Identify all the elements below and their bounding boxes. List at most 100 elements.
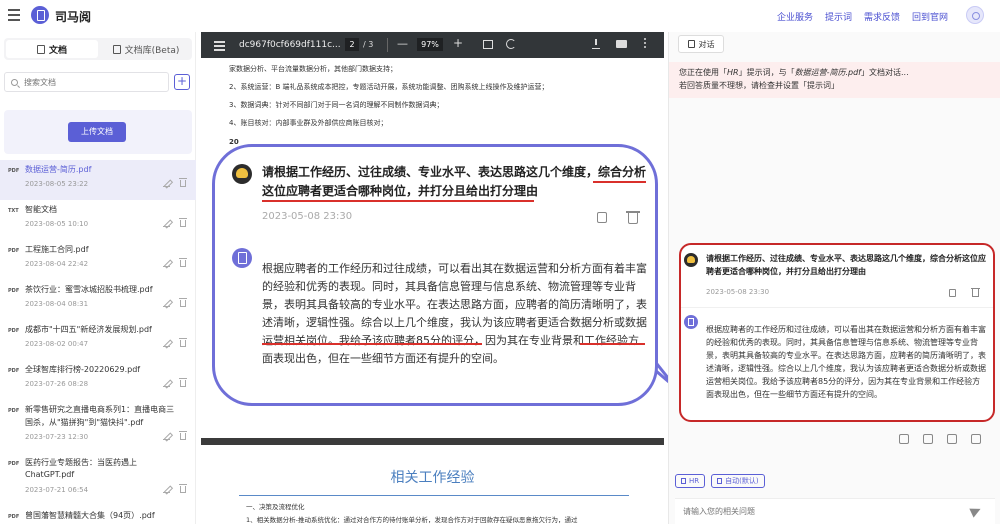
trash-icon[interactable]: [179, 338, 187, 347]
chat-input[interactable]: [683, 507, 963, 516]
book-icon: [112, 44, 121, 54]
document-list-item[interactable]: PDF 工程施工合同.pdf 2023-08-04 22:42: [0, 240, 196, 280]
document-date: 2023-08-05 10:10: [25, 220, 89, 228]
edit-icon[interactable]: [163, 340, 170, 347]
document-icon: [681, 478, 686, 484]
document-title: 医药行业专题报告：当医药遇上: [25, 458, 137, 467]
mode-icon: [717, 478, 723, 484]
trash-icon[interactable]: [179, 431, 187, 440]
document-date: 2023-07-26 08:28: [25, 380, 89, 388]
print-icon[interactable]: [616, 40, 627, 48]
document-title: 茶饮行业：蜜雪冰城招股书梳理.pdf: [25, 285, 153, 294]
document-actions: [163, 338, 187, 347]
upload-button[interactable]: 上传文档: [68, 122, 126, 142]
zoom-in-icon[interactable]: +: [453, 36, 463, 50]
document-list-item[interactable]: PDF 曾国藩智慧精髓大合集（94页）.pdf: [0, 506, 196, 524]
sidebar-tabs: 文档 文档库(Beta): [4, 38, 192, 60]
notice-line-2: 若回答质量不理想，请检查并设置「提示词」: [679, 81, 839, 90]
document-list: PDF 数据运营-简历.pdf 2023-08-05 23:22 TXT 智能文档 202…: [0, 160, 196, 524]
upload-area: 上传文档: [4, 110, 192, 154]
trash-icon[interactable]: [179, 484, 187, 493]
link-enterprise-service[interactable]: 企业服务: [777, 10, 813, 23]
edit-icon[interactable]: [163, 260, 170, 267]
edit-icon[interactable]: [163, 220, 170, 227]
edit-icon[interactable]: [163, 180, 170, 187]
highlight-underline: [580, 343, 645, 345]
trash-icon[interactable]: [179, 298, 187, 307]
zoom-level[interactable]: 97%: [417, 38, 443, 51]
edit-icon[interactable]: [163, 300, 170, 307]
tab-chat[interactable]: 对话: [678, 35, 724, 53]
page-text-line: 20: [229, 138, 239, 146]
mode-tag-button[interactable]: 自动(默认): [711, 474, 765, 488]
document-date: 2023-08-02 00:47: [25, 340, 89, 348]
search-input[interactable]: [24, 77, 164, 87]
more-options-icon[interactable]: [644, 38, 647, 50]
top-links: 企业服务 提示词 需求反馈 回到官网: [777, 10, 948, 23]
trash-icon[interactable]: [179, 258, 187, 267]
search-row: +: [4, 72, 192, 92]
document-list-item[interactable]: PDF 成都市"十四五"新经济发展规划.pdf 2023-08-02 00:47: [0, 320, 196, 360]
document-actions: [163, 298, 187, 307]
document-list-item[interactable]: PDF 数据运营-简历.pdf 2023-08-05 23:22: [0, 160, 196, 200]
page-number-input[interactable]: 2: [345, 38, 359, 51]
trash-icon[interactable]: [179, 178, 187, 187]
document-list-item[interactable]: PDF 全球智库排行榜-20220629.pdf 2023-07-26 08:28: [0, 360, 196, 400]
document-title: 数据运营-简历.pdf: [25, 165, 92, 174]
answer-actions: [899, 434, 981, 444]
assistant-avatar-icon: [684, 315, 698, 329]
rotate-icon[interactable]: [506, 39, 516, 49]
trash-icon[interactable]: [179, 218, 187, 227]
viewer-menu-icon[interactable]: [214, 41, 225, 53]
document-list-item[interactable]: PDF 茶饮行业：蜜雪冰城招股书梳理.pdf 2023-08-04 08:31: [0, 280, 196, 320]
edit-icon[interactable]: [163, 433, 170, 440]
trash-icon[interactable]: [179, 378, 187, 387]
assistant-avatar-icon: [232, 248, 252, 268]
heading-rule: [239, 495, 629, 496]
prompt-notice: 您正在使用「HR」提示词，与「数据运营-简历.pdf」文档对话... 若回答质量…: [669, 62, 1000, 98]
thumbs-down-icon[interactable]: [923, 434, 933, 444]
link-official-site[interactable]: 回到官网: [912, 10, 948, 23]
notice-line-1: 您正在使用「HR」提示词，与「数据运营-简历.pdf」文档对话...: [679, 66, 991, 79]
document-list-item[interactable]: PDF 医药行业专题报告：当医药遇上 ChatGPT.pdf 2023-07-21 0…: [0, 453, 196, 506]
document-list-item[interactable]: PDF 新零售研究之直播电商系列1：直播电商三 国杀，从"猫拼狗"到"猫快抖".pd…: [0, 400, 196, 453]
page-text-line: 家数据分析、平台流量数据分析，其他部门数据支持；: [229, 65, 397, 73]
list-icon[interactable]: [971, 434, 981, 444]
viewer-toolbar: dc967f0cf669df111c... 2 / 3 — 97% +: [201, 32, 664, 58]
add-document-button[interactable]: +: [174, 74, 190, 90]
fit-page-icon[interactable]: [483, 40, 493, 49]
link-feedback[interactable]: 需求反馈: [864, 10, 900, 23]
document-actions: [163, 178, 187, 187]
prompt-tag-button[interactable]: HR: [675, 474, 706, 488]
document-list-item[interactable]: TXT 智能文档 2023-08-05 10:10: [0, 200, 196, 240]
edit-icon[interactable]: [163, 380, 170, 387]
copy-icon[interactable]: [947, 434, 957, 444]
download-icon[interactable]: [592, 39, 600, 49]
file-type-badge: TXT: [8, 208, 19, 214]
send-icon[interactable]: [969, 504, 983, 518]
tab-documents[interactable]: 文档: [6, 40, 98, 58]
user-avatar-icon[interactable]: [966, 6, 984, 24]
document-actions: [163, 218, 187, 227]
edit-icon[interactable]: [163, 486, 170, 493]
trash-icon[interactable]: [971, 288, 980, 297]
notice-doc-name: 数据运营-简历.pdf: [794, 68, 861, 77]
zoom-out-icon[interactable]: —: [397, 37, 408, 50]
page-heading: 相关工作经验: [390, 470, 475, 486]
document-date: 2023-08-04 22:42: [25, 260, 89, 268]
tab-library[interactable]: 文档库(Beta): [100, 38, 192, 60]
page-text-line: 1、相关数据分析-推动系统优化：通过对合作方的待付账单分析，发现合作方对于回款存…: [246, 516, 578, 524]
toolbar-divider: [387, 38, 388, 52]
copy-icon: [597, 212, 607, 223]
chat-question: 请根据工作经历、过往成绩、专业水平、表达思路这几个维度，综合分析这位应聘者更适合…: [706, 254, 986, 276]
chat-tags: HR 自动(默认): [675, 474, 765, 488]
link-prompts[interactable]: 提示词: [825, 10, 852, 23]
notice-prompt-name: HR: [727, 68, 739, 77]
file-type-badge: PDF: [8, 328, 20, 334]
notice-text: 」提示词，与「: [738, 68, 795, 77]
menu-icon[interactable]: [8, 9, 20, 21]
chat-icon: [687, 40, 695, 48]
thumbs-up-icon[interactable]: [899, 434, 909, 444]
copy-icon[interactable]: [949, 289, 956, 297]
chat-input-area: [675, 498, 995, 524]
